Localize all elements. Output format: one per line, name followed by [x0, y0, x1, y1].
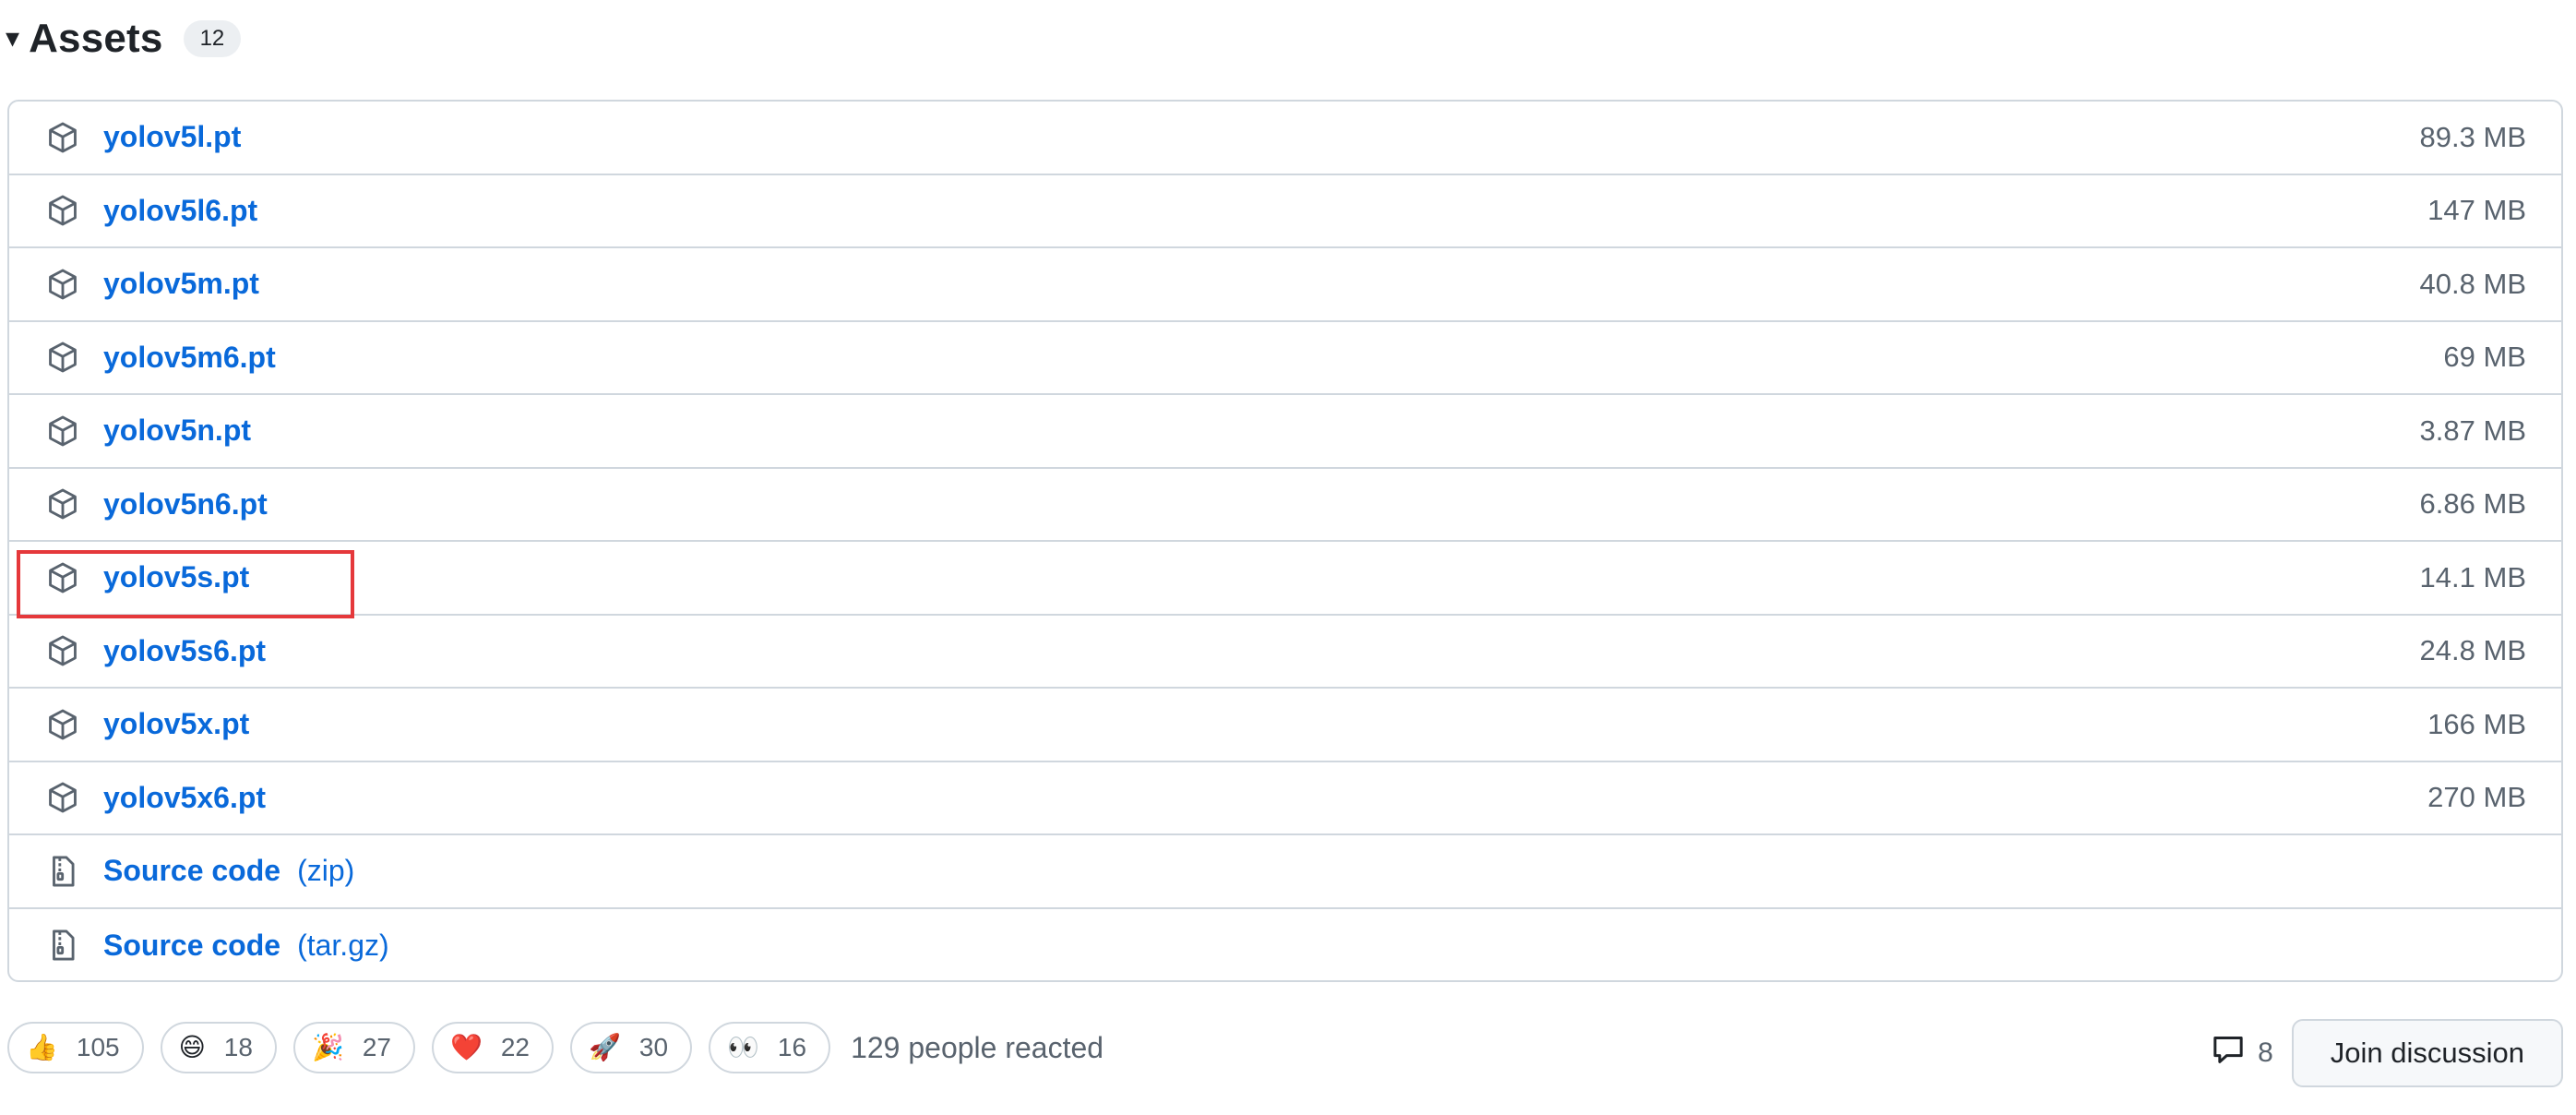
reaction-heart[interactable]: ❤️ 22 [431, 1022, 555, 1073]
discussion-area: 8 Join discussion [2210, 1019, 2563, 1087]
reactions-bar: 👍 105 😄 18 🎉 27 ❤️ 22 🚀 30 👀 16 129 peop… [7, 1021, 1103, 1074]
laugh-icon: 😄 [178, 1033, 206, 1061]
asset-row: yolov5m6.pt 69 MB [9, 322, 2561, 395]
asset-size: 69 MB [2443, 341, 2526, 374]
reaction-count: 18 [223, 1033, 253, 1061]
hooray-icon: 🎉 [311, 1033, 344, 1061]
package-icon [44, 559, 81, 596]
asset-link[interactable]: yolov5l.pt [103, 120, 241, 154]
asset-row-highlighted: yolov5s.pt 14.1 MB [9, 542, 2561, 616]
asset-size: 24.8 MB [2419, 634, 2526, 667]
reaction-count: 22 [500, 1033, 531, 1061]
reaction-thumbs-up[interactable]: 👍 105 [7, 1022, 144, 1073]
source-code-zip-link[interactable]: Source code [103, 854, 280, 888]
assets-count-badge: 12 [183, 20, 242, 57]
comment-count: 8 [2258, 1037, 2273, 1068]
assets-title: Assets [29, 16, 163, 61]
asset-link[interactable]: yolov5n6.pt [103, 487, 268, 522]
package-icon [44, 486, 81, 522]
asset-row: yolov5n.pt 3.87 MB [9, 395, 2561, 469]
asset-row: yolov5n6.pt 6.86 MB [9, 469, 2561, 542]
source-code-zip-ext: (zip) [297, 854, 355, 888]
asset-link[interactable]: yolov5x6.pt [103, 781, 266, 815]
package-icon [44, 266, 81, 303]
rocket-icon: 🚀 [589, 1033, 621, 1061]
package-icon [44, 779, 81, 816]
package-icon [44, 413, 81, 450]
asset-row: yolov5l.pt 89.3 MB [9, 102, 2561, 175]
reaction-count: 105 [76, 1033, 120, 1061]
thumbs-up-icon: 👍 [26, 1033, 58, 1061]
asset-row: yolov5s6.pt 24.8 MB [9, 616, 2561, 689]
reaction-count: 30 [638, 1033, 669, 1061]
source-code-targz-ext: (tar.gz) [297, 928, 389, 962]
reaction-rocket[interactable]: 🚀 30 [570, 1022, 693, 1073]
asset-size: 3.87 MB [2419, 414, 2526, 447]
asset-list: yolov5l.pt 89.3 MB yolov5l6.pt 147 MB yo… [7, 100, 2563, 982]
asset-link[interactable]: yolov5x.pt [103, 707, 249, 741]
file-zip-icon [44, 853, 81, 890]
asset-link[interactable]: yolov5n.pt [103, 414, 251, 448]
reaction-laugh[interactable]: 😄 18 [160, 1022, 277, 1073]
file-zip-icon [44, 927, 81, 964]
asset-size: 166 MB [2427, 707, 2526, 740]
package-icon [44, 119, 81, 156]
asset-size: 40.8 MB [2419, 267, 2526, 300]
asset-size: 147 MB [2427, 194, 2526, 227]
comment-icon [2210, 1031, 2247, 1075]
reaction-eyes[interactable]: 👀 16 [709, 1022, 831, 1073]
package-icon [44, 706, 81, 743]
asset-link[interactable]: yolov5m.pt [103, 267, 259, 301]
comment-count-link[interactable]: 8 [2210, 1031, 2273, 1075]
asset-row: yolov5m.pt 40.8 MB [9, 248, 2561, 322]
eyes-icon: 👀 [727, 1033, 759, 1061]
source-code-targz-link[interactable]: Source code [103, 929, 280, 963]
asset-row: yolov5x6.pt 270 MB [9, 762, 2561, 835]
asset-size: 6.86 MB [2419, 487, 2526, 521]
asset-row: yolov5x.pt 166 MB [9, 689, 2561, 762]
reaction-count: 16 [777, 1033, 807, 1061]
reaction-hooray[interactable]: 🎉 27 [292, 1022, 415, 1073]
package-icon [44, 192, 81, 229]
asset-size: 89.3 MB [2419, 120, 2526, 153]
asset-size: 270 MB [2427, 781, 2526, 814]
asset-row: yolov5l6.pt 147 MB [9, 175, 2561, 248]
join-discussion-button[interactable]: Join discussion [2291, 1019, 2563, 1087]
asset-link[interactable]: yolov5l6.pt [103, 194, 257, 228]
package-icon [44, 339, 81, 376]
asset-link[interactable]: yolov5m6.pt [103, 341, 276, 375]
assets-header[interactable]: ▾ Assets 12 [6, 9, 242, 68]
people-reacted-text: 129 people reacted [851, 1030, 1104, 1064]
source-code-zip-row: Source code (zip) [9, 835, 2561, 909]
asset-size: 14.1 MB [2419, 560, 2526, 593]
reaction-count: 27 [362, 1033, 391, 1061]
source-code-targz-row: Source code (tar.gz) [9, 909, 2561, 981]
asset-link[interactable]: yolov5s.pt [103, 560, 249, 594]
caret-down-icon[interactable]: ▾ [6, 25, 19, 53]
package-icon [44, 632, 81, 669]
heart-icon: ❤️ [449, 1033, 483, 1061]
asset-link[interactable]: yolov5s6.pt [103, 634, 266, 668]
